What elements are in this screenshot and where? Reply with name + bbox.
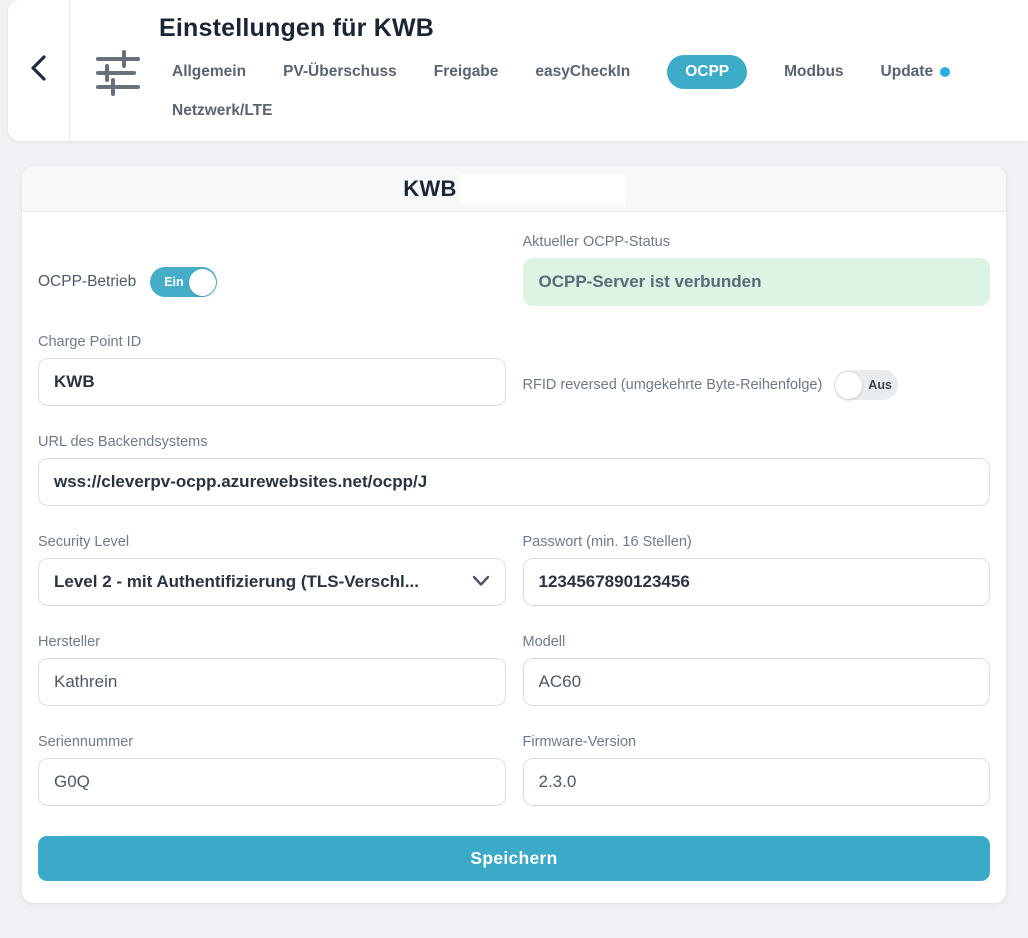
ocpp-operation-row: OCPP-Betrieb Ein	[38, 258, 506, 306]
serial-number-input[interactable]	[38, 758, 506, 806]
ocpp-status-value: OCPP-Server ist verbunden	[523, 258, 991, 306]
toggle-knob	[835, 372, 862, 399]
tab-freigabe[interactable]: Freigabe	[434, 63, 499, 81]
ocpp-status-group: Aktueller OCPP-Status OCPP-Server ist ve…	[523, 234, 991, 306]
manufacturer-group: Hersteller	[38, 634, 506, 706]
card-title: KWB	[403, 176, 456, 202]
tab-allgemein[interactable]: Allgemein	[172, 63, 246, 81]
backend-url-label: URL des Backendsystems	[38, 434, 990, 450]
firmware-version-group: Firmware-Version	[523, 734, 991, 806]
charge-point-id-label: Charge Point ID	[38, 334, 506, 350]
sliders-icon	[94, 50, 142, 101]
serial-number-group: Seriennummer	[38, 734, 506, 806]
firmware-version-label: Firmware-Version	[523, 734, 991, 750]
update-notification-dot	[940, 67, 950, 77]
rfid-reversed-row: RFID reversed (umgekehrte Byte-Reihenfol…	[523, 364, 991, 406]
charge-point-id-group: Charge Point ID	[38, 334, 506, 406]
firmware-version-input[interactable]	[523, 758, 991, 806]
toggle-state-label: Ein	[164, 275, 183, 289]
rfid-reversed-label: RFID reversed (umgekehrte Byte-Reihenfol…	[523, 377, 823, 393]
toggle-state-label: Aus	[868, 378, 892, 392]
header-content: Einstellungen für KWB Allgemein PV-Übers…	[70, 0, 1028, 141]
model-group: Modell	[523, 634, 991, 706]
ocpp-settings-card: KWB OCPP-Betrieb Ein Aktueller OCPP-Stat…	[22, 166, 1006, 903]
card-body: OCPP-Betrieb Ein Aktueller OCPP-Status O…	[22, 212, 1006, 903]
model-label: Modell	[523, 634, 991, 650]
tab-pv-ueberschuss[interactable]: PV-Überschuss	[283, 63, 397, 81]
card-header: KWB	[22, 166, 1006, 212]
manufacturer-input[interactable]	[38, 658, 506, 706]
tab-ocpp[interactable]: OCPP	[667, 55, 747, 89]
charge-point-id-input[interactable]	[38, 358, 506, 406]
ocpp-status-label: Aktueller OCPP-Status	[523, 234, 991, 250]
serial-number-label: Seriennummer	[38, 734, 506, 750]
security-level-value: Level 2 - mit Authentifizierung (TLS-Ver…	[54, 572, 419, 592]
chevron-left-icon	[26, 53, 52, 88]
redacted-area	[460, 174, 625, 204]
password-label: Passwort (min. 16 Stellen)	[523, 534, 991, 550]
tab-modbus[interactable]: Modbus	[784, 63, 843, 81]
ocpp-operation-toggle[interactable]: Ein	[150, 267, 217, 297]
tab-netzwerk-lte[interactable]: Netzwerk/LTE	[172, 102, 273, 120]
settings-header: Einstellungen für KWB Allgemein PV-Übers…	[8, 0, 1028, 141]
password-input[interactable]	[523, 558, 991, 606]
ocpp-operation-label: OCPP-Betrieb	[38, 273, 136, 291]
model-input[interactable]	[523, 658, 991, 706]
security-level-group: Security Level Level 2 - mit Authentifiz…	[38, 534, 506, 606]
backend-url-group: URL des Backendsystems	[38, 434, 990, 506]
manufacturer-label: Hersteller	[38, 634, 506, 650]
chevron-down-icon	[472, 572, 490, 592]
tab-bar: Allgemein PV-Überschuss Freigabe easyChe…	[159, 55, 989, 120]
save-button[interactable]: Speichern	[38, 836, 990, 881]
rfid-reversed-toggle[interactable]: Aus	[834, 370, 898, 400]
security-level-select[interactable]: Level 2 - mit Authentifizierung (TLS-Ver…	[38, 558, 506, 606]
page-title: Einstellungen für KWB	[159, 14, 989, 43]
security-level-label: Security Level	[38, 534, 506, 550]
backend-url-input[interactable]	[38, 458, 990, 506]
tab-update[interactable]: Update	[881, 63, 951, 81]
toggle-knob	[189, 269, 216, 296]
back-button[interactable]	[8, 0, 70, 141]
tab-easycheckin[interactable]: easyCheckIn	[535, 63, 630, 81]
password-group: Passwort (min. 16 Stellen)	[523, 534, 991, 606]
